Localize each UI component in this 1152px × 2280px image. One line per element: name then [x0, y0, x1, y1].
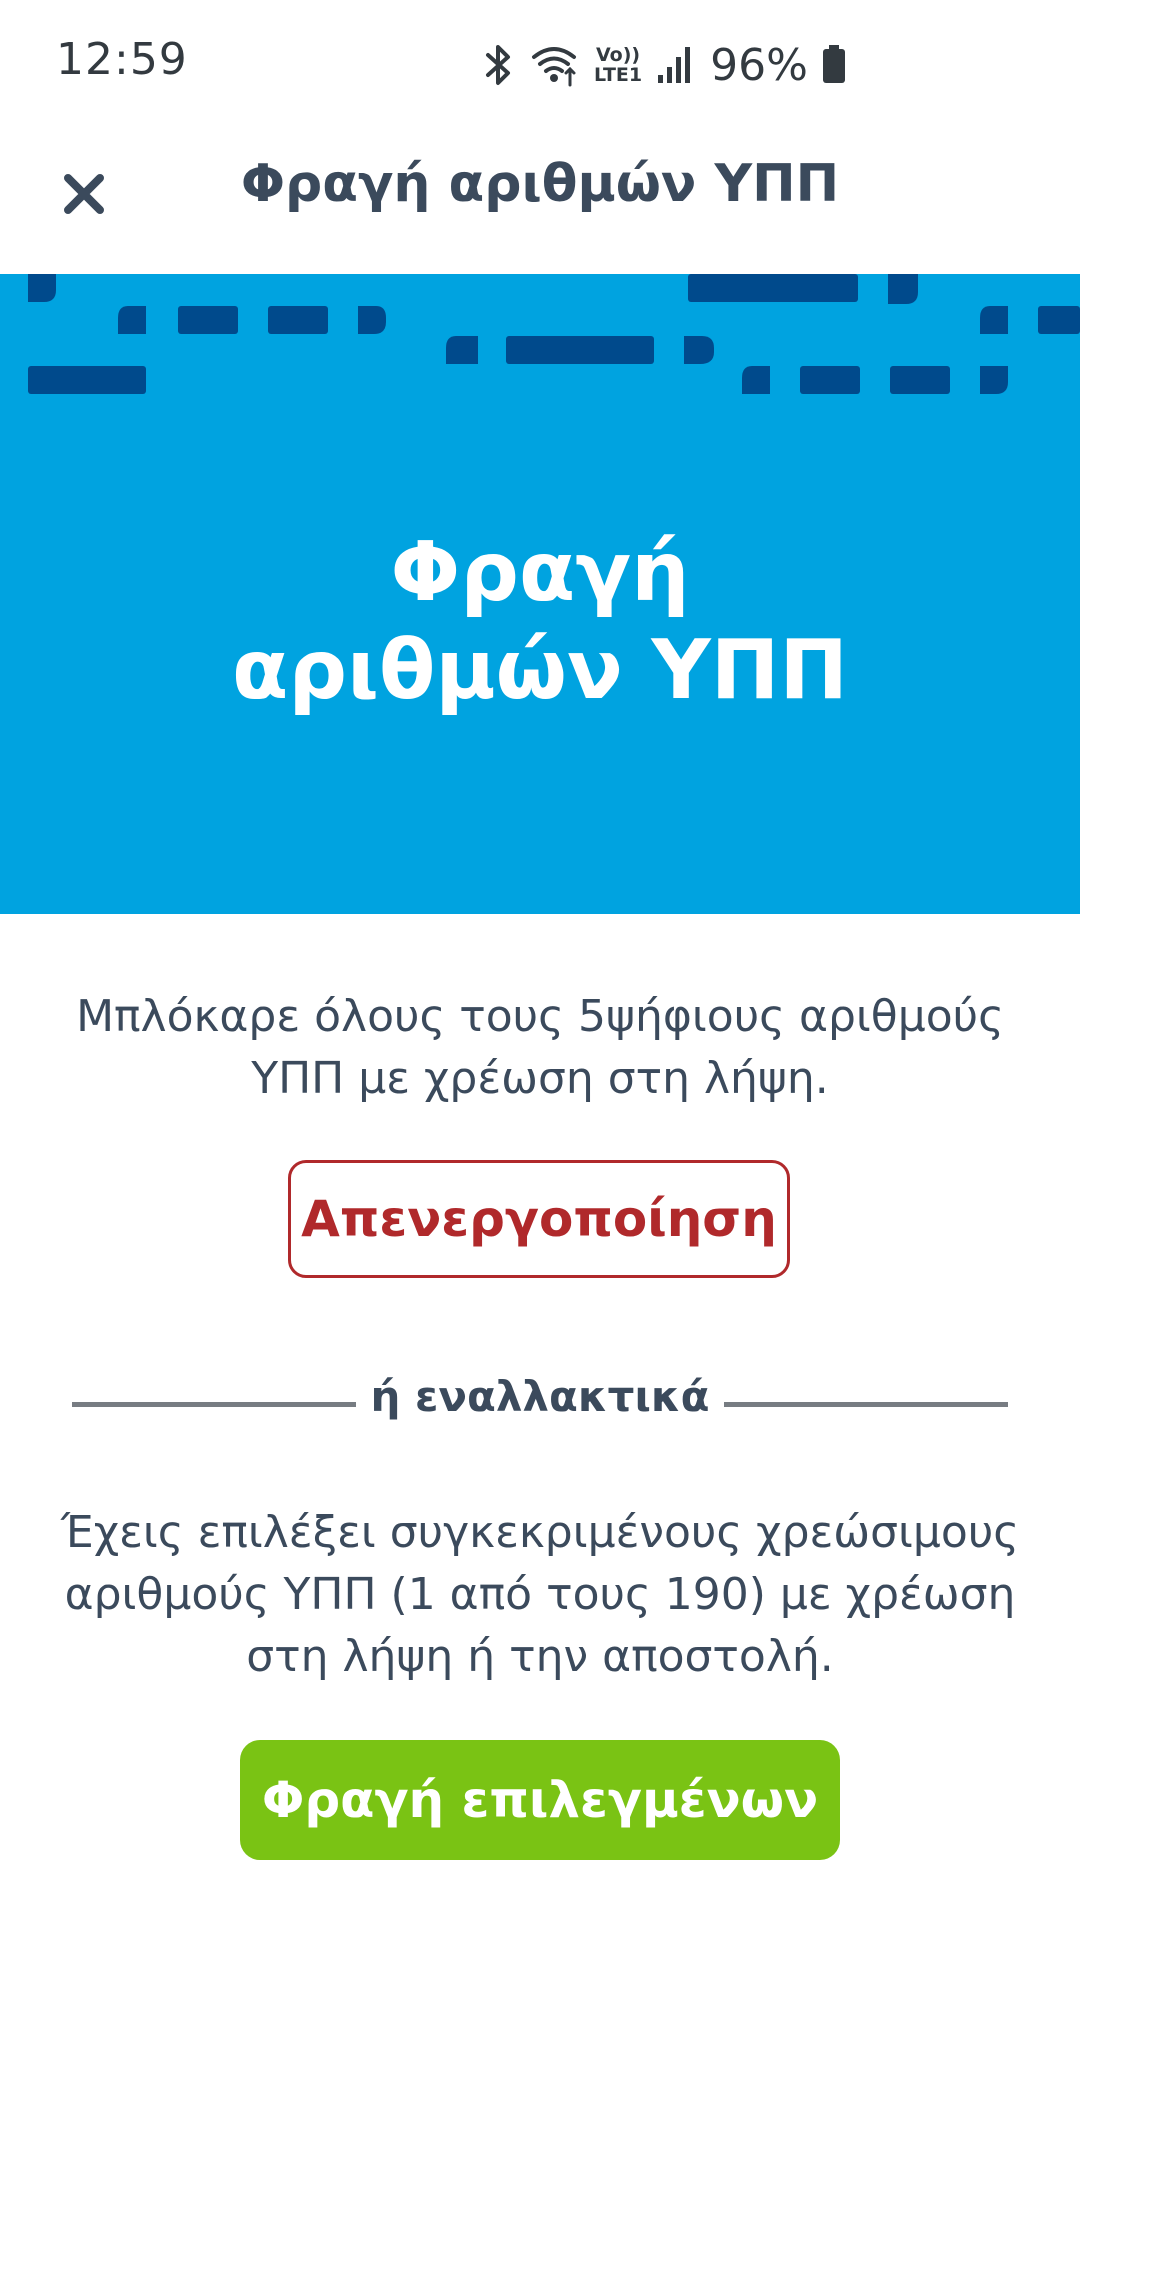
divider-line-right [724, 1402, 1008, 1407]
banner-title-line-2: αριθμών ΥΠΠ [232, 623, 848, 718]
block-selected-button[interactable]: Φραγή επιλεγμένων [240, 1740, 840, 1860]
status-icons: Vo)) LTE1 96% [482, 39, 846, 91]
volte-icon: Vo)) LTE1 [594, 45, 642, 85]
block-all-description: Μπλόκαρε όλους τους 5ψήφιους αριθμούς ΥΠ… [40, 986, 1040, 1110]
battery-percentage: 96% [710, 39, 808, 91]
divider-line-left [72, 1402, 356, 1407]
volte-top-label: Vo)) [596, 44, 641, 66]
status-time: 12:59 [56, 34, 188, 85]
screen: 12:59 Vo)) LTE1 96% Φραγή αριθμών ΥΠΠ Φρ… [0, 0, 1152, 2280]
bluetooth-icon [482, 43, 516, 87]
block-all-description-line-2: ΥΠΠ με χρέωση στη λήψη. [251, 1053, 829, 1104]
banner-title: Φραγή αριθμών ΥΠΠ [0, 524, 1080, 720]
banner-title-line-1: Φραγή [390, 525, 690, 620]
selected-numbers-description: Έχεις επιλέξει συγκεκριμένους χρεώσιμους… [40, 1502, 1040, 1688]
divider-label: ή εναλλακτικά [370, 1372, 710, 1421]
battery-icon [822, 45, 846, 85]
app-header: Φραγή αριθμών ΥΠΠ [0, 130, 1080, 274]
selected-numbers-description-line-2: αριθμούς ΥΠΠ (1 από τους 190) με χρέωση [64, 1569, 1016, 1620]
selected-numbers-description-line-1: Έχεις επιλέξει συγκεκριμένους χρεώσιμους [60, 1507, 1020, 1558]
volte-bottom-label: LTE1 [594, 64, 643, 86]
page-title: Φραγή αριθμών ΥΠΠ [240, 154, 840, 214]
wifi-icon [530, 43, 580, 87]
deactivate-button[interactable]: Απενεργοποίηση [288, 1160, 790, 1278]
hero-banner: Φραγή αριθμών ΥΠΠ [0, 274, 1080, 914]
status-bar: 12:59 Vo)) LTE1 96% [0, 0, 1080, 130]
selected-numbers-description-line-3: στη λήψη ή την αποστολή. [246, 1631, 834, 1682]
signal-icon [656, 45, 692, 85]
block-all-description-line-1: Μπλόκαρε όλους τους 5ψήφιους αριθμούς [76, 991, 1004, 1042]
